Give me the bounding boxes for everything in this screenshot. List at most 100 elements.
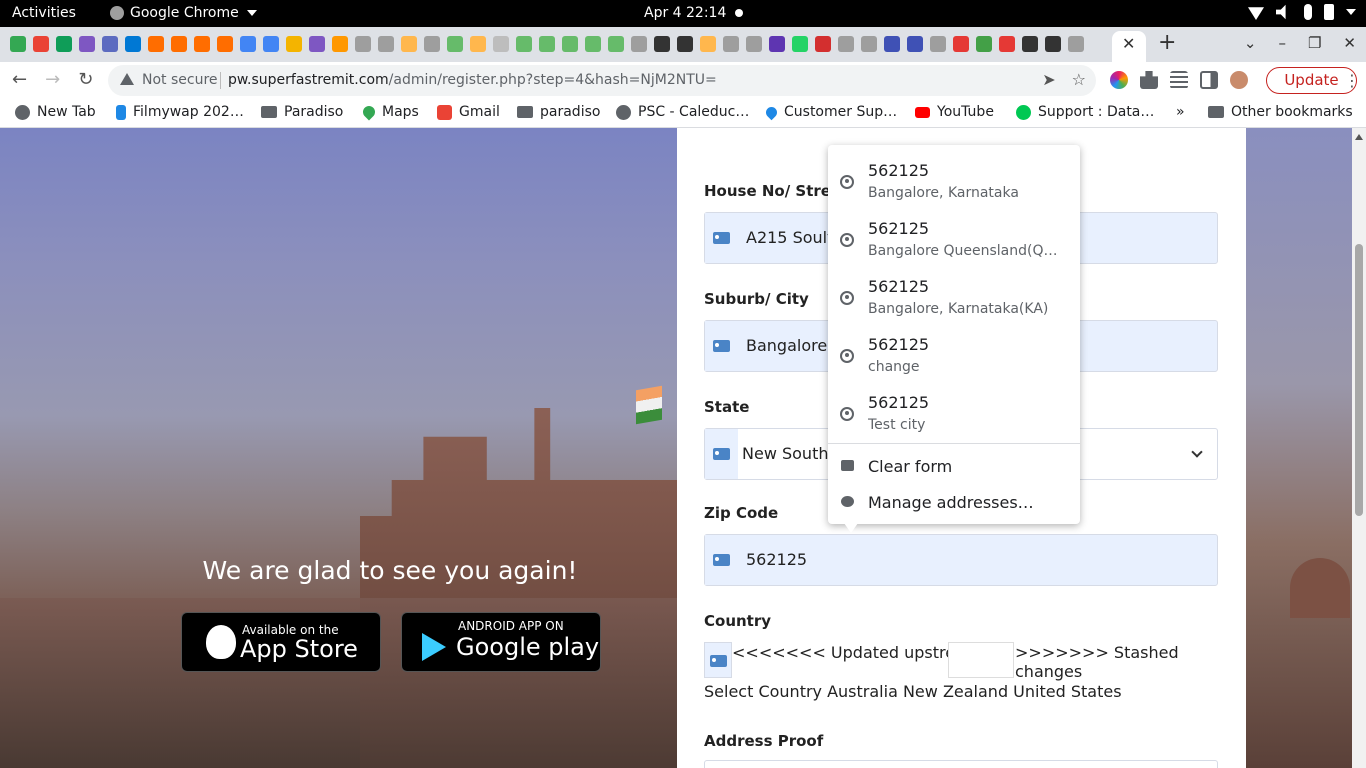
tab-favicon-icon[interactable] xyxy=(10,36,26,52)
url-text[interactable]: pw.superfastremit.com/admin/register.php… xyxy=(228,72,717,88)
tab-favicon-icon[interactable] xyxy=(217,36,233,52)
tab-favicon-icon[interactable] xyxy=(654,36,670,52)
tab-favicon-icon[interactable] xyxy=(723,36,739,52)
tab-favicon-icon[interactable] xyxy=(1068,36,1084,52)
forward-icon[interactable]: → xyxy=(45,69,60,90)
more-menu-icon[interactable]: ⋮ xyxy=(1344,71,1360,90)
scrollbar-thumb[interactable] xyxy=(1355,244,1363,516)
tab-favicon-icon[interactable] xyxy=(1022,36,1038,52)
tab-favicon-icon[interactable] xyxy=(608,36,624,52)
tab-favicon-icon[interactable] xyxy=(815,36,831,52)
tab-favicon-icon[interactable] xyxy=(56,36,72,52)
bookmark-paradiso-lower-folder[interactable]: paradiso xyxy=(517,104,600,120)
back-icon[interactable]: ← xyxy=(12,69,27,90)
activities-button[interactable]: Activities xyxy=(12,5,76,21)
extensions-puzzle-icon[interactable] xyxy=(1140,71,1158,89)
send-icon[interactable]: ➤ xyxy=(1042,70,1055,89)
tab-favicon-icon[interactable] xyxy=(470,36,486,52)
tab-favicon-icon[interactable] xyxy=(746,36,762,52)
bookmark-filmywap[interactable]: Filmywap 202… xyxy=(116,104,244,120)
bookmark-gmail[interactable]: Gmail xyxy=(437,104,500,120)
security-label[interactable]: Not secure xyxy=(142,72,218,88)
zip-input[interactable]: 562125 xyxy=(704,534,1218,586)
bookmark-youtube[interactable]: YouTube xyxy=(915,104,994,120)
tab-favicon-icon[interactable] xyxy=(309,36,325,52)
tab-favicon-icon[interactable] xyxy=(976,36,992,52)
tab-favicon-icon[interactable] xyxy=(33,36,49,52)
tab-favicon-icon[interactable] xyxy=(493,36,509,52)
tab-favicon-icon[interactable] xyxy=(378,36,394,52)
autofill-suggestion[interactable]: 562125 Bangalore Queensland(Q… xyxy=(828,207,1080,265)
tab-favicon-icon[interactable] xyxy=(447,36,463,52)
reading-list-icon[interactable] xyxy=(1170,71,1188,89)
reload-icon[interactable]: ↻ xyxy=(78,69,93,90)
address-proof-input[interactable] xyxy=(704,760,1218,768)
bookmark-maps[interactable]: Maps xyxy=(360,103,419,121)
system-tray[interactable] xyxy=(1248,4,1356,20)
clock[interactable]: Apr 4 22:14 xyxy=(644,5,726,21)
minimize-icon[interactable]: – xyxy=(1278,34,1286,52)
bookmark-support-data[interactable]: Support : Data… xyxy=(1016,104,1154,120)
new-tab-button[interactable]: + xyxy=(1158,30,1176,55)
color-extension-icon[interactable] xyxy=(1110,71,1128,89)
tab-favicon-icon[interactable] xyxy=(769,36,785,52)
google-play-badge[interactable]: ANDROID APP ON Google play xyxy=(401,612,601,672)
app-menu[interactable]: Google Chrome xyxy=(110,5,257,21)
autofill-suggestion[interactable]: 562125 change xyxy=(828,323,1080,381)
address-bar[interactable]: Not secure pw.superfastremit.com/admin/r… xyxy=(108,65,1096,96)
autofill-suggestion[interactable]: 562125 Bangalore, Karnataka(KA) xyxy=(828,265,1080,323)
tab-favicon-icon[interactable] xyxy=(263,36,279,52)
page-scrollbar[interactable] xyxy=(1352,128,1366,768)
tab-favicon-icon[interactable] xyxy=(148,36,164,52)
bookmarks-overflow-button[interactable]: » xyxy=(1176,104,1185,120)
scroll-up-arrow-icon[interactable] xyxy=(1355,134,1363,140)
country-options-text[interactable]: Select Country Australia New Zealand Uni… xyxy=(704,682,1122,701)
close-window-icon[interactable]: ✕ xyxy=(1343,34,1356,52)
tab-favicon-icon[interactable] xyxy=(401,36,417,52)
bookmark-paradiso-folder[interactable]: Paradiso xyxy=(261,104,343,120)
tab-favicon-icon[interactable] xyxy=(286,36,302,52)
tab-favicon-icon[interactable] xyxy=(102,36,118,52)
tab-favicon-icon[interactable] xyxy=(884,36,900,52)
bookmark-psc[interactable]: PSC - Caleduc… xyxy=(616,104,749,120)
side-panel-icon[interactable] xyxy=(1200,71,1218,89)
tab-favicon-icon[interactable] xyxy=(700,36,716,52)
tab-favicon-icon[interactable] xyxy=(585,36,601,52)
app-store-badge[interactable]: Available on the App Store xyxy=(181,612,381,672)
tab-favicon-icon[interactable] xyxy=(907,36,923,52)
tab-favicon-icon[interactable] xyxy=(194,36,210,52)
tab-favicon-icon[interactable] xyxy=(125,36,141,52)
tab-favicon-icon[interactable] xyxy=(792,36,808,52)
tab-favicon-icon[interactable] xyxy=(424,36,440,52)
restore-icon[interactable]: ❐ xyxy=(1308,34,1321,52)
tab-favicon-icon[interactable] xyxy=(631,36,647,52)
tab-favicon-icon[interactable] xyxy=(79,36,95,52)
bookmark-other-folder[interactable]: Other bookmarks xyxy=(1208,104,1353,120)
tab-favicon-icon[interactable] xyxy=(240,36,256,52)
tab-favicon-icon[interactable] xyxy=(999,36,1015,52)
bookmark-customer-support[interactable]: Customer Sup… xyxy=(763,104,897,120)
bookmark-new-tab[interactable]: New Tab xyxy=(15,104,96,120)
tab-favicon-icon[interactable] xyxy=(1045,36,1061,52)
manage-addresses-option[interactable]: Manage addresses… xyxy=(828,484,1080,520)
tab-favicon-icon[interactable] xyxy=(539,36,555,52)
tab-favicon-icon[interactable] xyxy=(516,36,532,52)
tab-favicon-icon[interactable] xyxy=(562,36,578,52)
country-text-input[interactable] xyxy=(948,642,1014,678)
tab-favicon-icon[interactable] xyxy=(171,36,187,52)
tab-favicon-icon[interactable] xyxy=(677,36,693,52)
clear-form-option[interactable]: Clear form xyxy=(828,448,1080,484)
tab-favicon-icon[interactable] xyxy=(332,36,348,52)
tab-favicon-icon[interactable] xyxy=(930,36,946,52)
tab-favicon-icon[interactable] xyxy=(355,36,371,52)
autofill-suggestion[interactable]: 562125 Test city xyxy=(828,381,1080,439)
bookmark-star-icon[interactable]: ☆ xyxy=(1072,70,1086,89)
tab-favicon-icon[interactable] xyxy=(861,36,877,52)
profile-avatar[interactable] xyxy=(1230,71,1248,89)
warning-icon[interactable] xyxy=(120,73,134,85)
tab-favicon-icon[interactable] xyxy=(838,36,854,52)
autofill-suggestion[interactable]: 562125 Bangalore, Karnataka xyxy=(828,149,1080,207)
tab-search-icon[interactable]: ⌄ xyxy=(1244,34,1257,52)
tab-favicon-icon[interactable] xyxy=(953,36,969,52)
close-tab-icon[interactable]: ✕ xyxy=(1122,34,1135,53)
